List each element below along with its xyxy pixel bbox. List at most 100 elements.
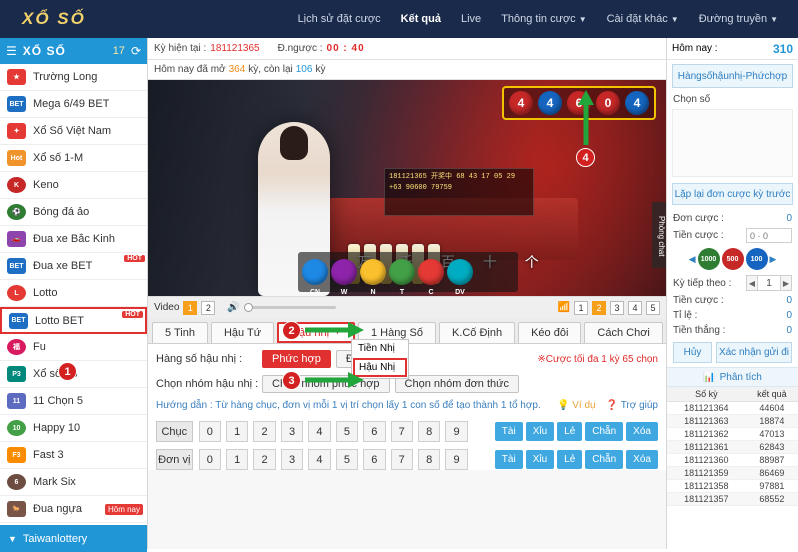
next-period-stepper[interactable]: ◀ 1 ▶ [746,275,792,291]
btn-xoa[interactable]: Xóa [626,422,658,441]
chevron-right-icon[interactable]: ▶ [770,254,777,265]
sidebar-item-mark-six[interactable]: 6 Mark Six [0,469,147,496]
sidebar-item-xoso-vietnam[interactable]: ✦ Xổ Số Việt Nam [0,118,147,145]
number-cell[interactable]: 1 [225,421,249,442]
quality-4[interactable]: 4 [628,300,642,315]
today-label: Hôm nay : [672,43,718,54]
btn-xiu[interactable]: Xỉu [525,450,555,469]
btn-xiu[interactable]: Xỉu [525,422,555,441]
sidebar-item-label: Taiwanlottery [22,532,88,545]
sidebar-item-dua-ngua[interactable]: 🐎 Đua ngựa Hôm nay [0,496,147,523]
btn-chon-nhom-don-thuc[interactable]: Chọn nhóm đơn thức [394,375,519,393]
btn-xoa[interactable]: Xóa [626,450,658,469]
btn-tai[interactable]: Tài [494,450,523,469]
nav-item-history[interactable]: Lịch sử đặt cược [288,13,391,25]
btn-le[interactable]: Lẻ [557,422,583,441]
number-cell[interactable]: 1 [225,449,249,470]
nav-item-bet-info[interactable]: Thông tin cược ▼ [491,13,596,25]
tab-keo-doi[interactable]: Kéo đôi [518,322,582,343]
today-opened-count: 364 [228,64,246,75]
nav-item-connection[interactable]: Đường truyền ▼ [689,13,788,25]
tab-cach-choi[interactable]: Cách Chơi [584,322,663,343]
chip-100[interactable]: 100 [745,248,768,270]
repeat-last-bet-button[interactable]: Lặp lại đơn cược kỳ trước [672,183,793,205]
history-result: 18874 [745,414,798,428]
video-source-1[interactable]: 1 [183,300,198,315]
nav-item-live[interactable]: Live [451,13,491,25]
video-source-2[interactable]: 2 [201,300,216,315]
number-cell[interactable]: 3 [280,449,304,470]
number-cell[interactable]: 4 [308,449,331,470]
dropdown-item-tien-nhi[interactable]: Tiền Nhị [352,340,408,357]
menu-icon[interactable]: ☰ [6,44,17,58]
btn-phuc-hop[interactable]: Phức hợp [262,350,331,368]
refresh-icon[interactable]: ⟳ [131,44,141,58]
number-cell[interactable]: 2 [253,449,276,470]
quality-5[interactable]: 5 [646,300,660,315]
number-cell[interactable]: 9 [445,449,468,470]
confirm-button[interactable]: Xác nhận gửi đi [716,342,792,363]
number-cell[interactable]: 0 [198,449,221,470]
sidebar-item-dua-xe-bac-kinh[interactable]: 🚗 Đua xe Bắc Kinh [0,226,147,253]
quality-1[interactable]: 1 [574,300,588,315]
number-cell[interactable]: 5 [335,421,359,442]
sidebar-item-11-chon-5[interactable]: 11 11 Chọn 5 [0,388,147,415]
number-cell[interactable]: 7 [390,449,413,470]
hau-nhi-dropdown[interactable]: Tiền Nhị Hậu Nhị [351,339,409,379]
quality-3[interactable]: 3 [610,300,624,315]
dropdown-item-hau-nhi[interactable]: Hậu Nhị [353,358,407,377]
chip-500[interactable]: 500 [721,248,744,270]
number-cell[interactable]: 8 [417,449,441,470]
stepper-down-icon[interactable]: ◀ [746,275,758,291]
sidebar-item-truong-long[interactable]: ★ Trường Long [0,64,147,91]
sidebar-item-lotto[interactable]: L Lotto [0,280,147,307]
cancel-button[interactable]: Hủy [673,342,712,363]
today-stats-bar: Hôm nay đã mở 364 kỳ, còn lại 106 kỳ [148,60,666,80]
quality-2[interactable]: 2 [592,300,606,315]
video-label: Video [154,302,180,313]
tab-label: Kéo đôi [531,327,569,339]
tab-hau-tu[interactable]: Hậu Tứ [210,322,275,343]
volume-icon[interactable]: 🔊 [227,302,239,313]
row-label: Hàng số hậu nhị : [156,353,243,365]
number-cell[interactable]: 4 [308,421,331,442]
stepper-up-icon[interactable]: ▶ [780,275,792,291]
chat-room-tab[interactable]: Phòng chat [652,202,666,268]
tab-5-tinh[interactable]: 5 Tinh [152,322,208,343]
nav-item-results[interactable]: Kết quả [391,13,451,25]
selected-game-mode[interactable]: Hàngsốhậunhị-Phứchợp [672,64,793,88]
volume-slider[interactable] [243,303,336,312]
sidebar-item-keno[interactable]: K Keno [0,172,147,199]
nav-item-other-settings[interactable]: Cài đặt khác ▼ [597,13,689,25]
bet-money-input[interactable]: 0 · 0 [746,228,792,243]
example-link[interactable]: 💡 Ví dụ [557,400,596,411]
number-cell[interactable]: 5 [335,449,359,470]
tab-k-co-dinh[interactable]: K.Cố Định [438,322,516,343]
chevron-left-icon[interactable]: ◀ [689,254,696,265]
number-cell[interactable]: 7 [390,421,413,442]
number-cell[interactable]: 3 [280,421,304,442]
live-video[interactable]: 181121365 开奖中 68 43 17 05 29 +63 90600 7… [148,80,666,296]
sidebar-item-fu[interactable]: 福 Fu [0,334,147,361]
btn-chan[interactable]: Chẵn [585,450,624,469]
sidebar-item-taiwanlottery[interactable]: ▼ Taiwanlottery [0,525,147,552]
number-cell[interactable]: 9 [445,421,468,442]
number-cell[interactable]: 8 [417,421,441,442]
number-cell[interactable]: 6 [363,421,386,442]
chip-1000[interactable]: 1000 [697,248,720,270]
sidebar-item-mega649[interactable]: BET Mega 6/49 BET [0,91,147,118]
sidebar-item-dua-xe-bet[interactable]: BET Đua xe BET HOT [0,253,147,280]
btn-chan[interactable]: Chẵn [585,422,624,441]
number-cell[interactable]: 2 [253,421,276,442]
sidebar-item-xoso-1m[interactable]: Hot Xổ số 1-M [0,145,147,172]
btn-le[interactable]: Lẻ [557,450,583,469]
sidebar-item-bong-da-ao[interactable]: ⚽ Bóng đá ảo [0,199,147,226]
sidebar-item-fast-3[interactable]: F3 Fast 3 [0,442,147,469]
number-cell[interactable]: 0 [198,421,221,442]
number-cell[interactable]: 6 [363,449,386,470]
btn-tai[interactable]: Tài [494,422,523,441]
analysis-tab[interactable]: 📊 Phân tích [667,367,798,387]
help-link[interactable]: ❓ Trợ giúp [606,400,658,411]
sidebar-item-lotto-bet[interactable]: BET Lotto BET HOT [0,307,147,334]
sidebar-item-happy-10[interactable]: 10 Happy 10 [0,415,147,442]
